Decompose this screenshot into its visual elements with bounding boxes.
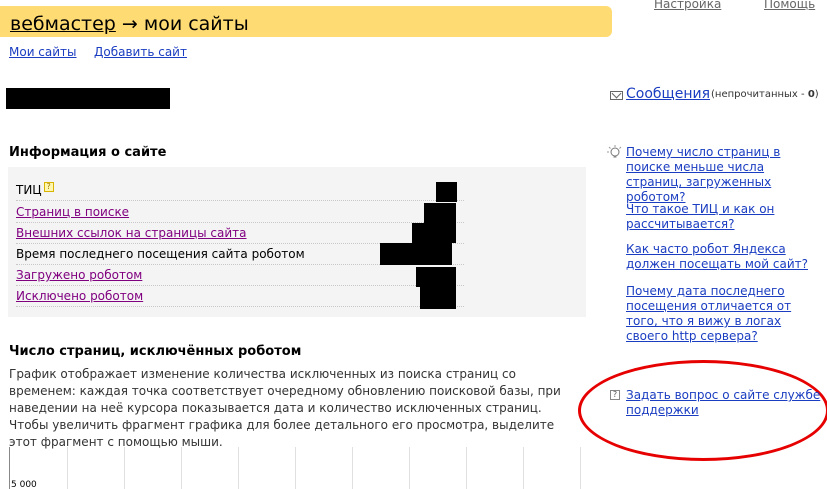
page-title: вебмастер → мои сайты [10, 13, 249, 35]
chart-y-tick-label: 5 000 [11, 480, 37, 489]
info-label-tic: ТИЦ [16, 183, 42, 197]
envelope-icon [610, 91, 623, 100]
chart-gridline [580, 447, 581, 489]
chart-heading: Число страниц, исключённых роботом [9, 344, 302, 359]
question-icon: ? [610, 390, 620, 400]
settings-link[interactable]: Настройка [654, 0, 721, 11]
lightbulb-icon [606, 144, 622, 160]
info-row-pages-in-search: Страниц в поиске [16, 202, 464, 223]
chart-gridline [466, 447, 467, 489]
last-visit-label: Время последнего посещения сайта роботом [16, 247, 305, 261]
chart-gridline [295, 447, 296, 489]
redacted-value-last-visit [380, 243, 452, 265]
question-icon[interactable]: ? [43, 182, 54, 192]
loaded-by-robot-link[interactable]: Загружено роботом [16, 268, 142, 282]
redacted-value-loaded [416, 267, 456, 287]
external-links-link[interactable]: Внешних ссылок на страницы сайта [16, 226, 247, 240]
chart-gridline [409, 447, 410, 489]
redacted-value-excluded [420, 287, 456, 309]
info-heading: Информация о сайте [9, 145, 167, 160]
chart-gridline [124, 447, 125, 489]
info-box: ТИЦ? Страниц в поиске Внешних ссылок на … [8, 167, 586, 317]
info-row-tic: ТИЦ? [16, 180, 464, 201]
excluded-by-robot-link[interactable]: Исключено роботом [16, 289, 143, 303]
chart-gridline [67, 447, 68, 489]
pages-in-search-link[interactable]: Страниц в поиске [16, 205, 129, 219]
help-link[interactable]: Помощь [764, 0, 815, 11]
faq-link-last-visit-date[interactable]: Почему дата последнего посещения отличае… [626, 284, 821, 344]
faq-link-tic[interactable]: Что такое ТИЦ и как он рассчитывается? [626, 202, 821, 232]
faq-link-pages-count[interactable]: Почему число страниц в поиске меньше чис… [626, 145, 821, 205]
info-row-excluded: Исключено роботом [16, 286, 464, 307]
add-site-link[interactable]: Добавить сайт [94, 45, 187, 59]
chart-gridline [181, 447, 182, 489]
chart-gridline [523, 447, 524, 489]
breadcrumb-webmaster[interactable]: вебмастер [10, 13, 116, 35]
breadcrumb-arrow: → [121, 13, 138, 35]
breadcrumb-current: мои сайты [143, 13, 249, 35]
chart-gridline [238, 447, 239, 489]
my-sites-link[interactable]: Мои сайты [9, 45, 77, 59]
excluded-pages-chart[interactable] [9, 447, 585, 489]
messages-link[interactable]: Сообщения [626, 86, 710, 102]
info-row-external-links: Внешних ссылок на страницы сайта [16, 223, 464, 244]
redacted-value-links [412, 223, 456, 243]
redacted-value-tic [436, 182, 457, 202]
header-bar: вебмастер → мои сайты [0, 6, 612, 37]
site-name-redacted [6, 88, 170, 109]
ask-support-link[interactable]: Задать вопрос о сайте службе поддержки [626, 388, 821, 418]
messages-unread-count: (непрочитанных - 0) [711, 89, 819, 100]
chart-description: График отображает изменение количества и… [9, 367, 561, 449]
info-row-loaded: Загружено роботом [16, 265, 464, 286]
redacted-value-pages [424, 203, 456, 225]
unread-count-value: 0 [807, 89, 815, 100]
chart-gridline [352, 447, 353, 489]
faq-link-robot-frequency[interactable]: Как часто робот Яндекса должен посещать … [626, 242, 821, 272]
